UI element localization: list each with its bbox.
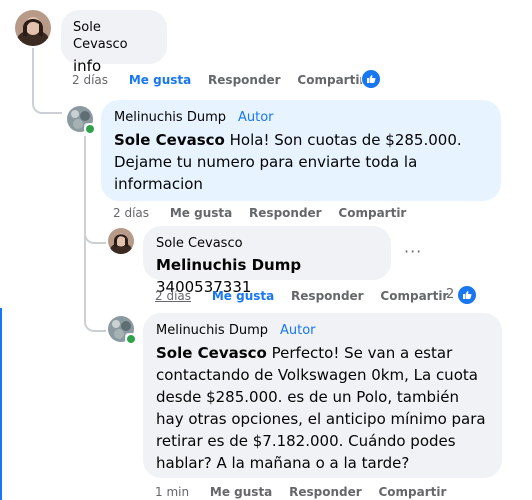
online-status-indicator (125, 333, 137, 345)
reaction-count[interactable]: 2 (446, 287, 454, 302)
reply-button[interactable]: Responder (289, 484, 362, 500)
more-options-icon[interactable]: ··· (404, 242, 422, 261)
comment-bubble: Sole Cevasco Melinuchis Dump 3400537331 (143, 226, 391, 296)
comment-bubble: Melinuchis Dump Autor Sole Cevasco Hola! … (101, 100, 501, 201)
share-button[interactable]: Compartir (378, 484, 446, 500)
comment-author[interactable]: Melinuchis Dump (156, 323, 268, 338)
comment-time[interactable]: 2 días (113, 205, 149, 221)
mention-link[interactable]: Sole Cevasco (156, 344, 267, 362)
like-button[interactable]: Me gusta (212, 288, 274, 304)
share-button[interactable]: Compartir (338, 205, 406, 221)
comment-time[interactable]: 2 días (155, 288, 191, 304)
avatar[interactable] (108, 228, 134, 254)
comment-actions: 2 días Me gusta Responder Compartir (113, 205, 406, 221)
like-button[interactable]: Me gusta (210, 484, 272, 500)
profile-photo-icon (15, 10, 51, 46)
comment-author[interactable]: Sole Cevasco (73, 19, 155, 53)
comment-actions: 1 min Me gusta Responder Compartir (155, 484, 446, 500)
mention-link[interactable]: Melinuchis Dump (156, 256, 301, 274)
comment-author[interactable]: Melinuchis Dump (114, 110, 226, 125)
comment-body: Perfecto! Se van a estar contactando de … (156, 344, 486, 472)
thumbs-up-icon (463, 291, 472, 299)
profile-photo-icon (108, 228, 134, 254)
thread-curve-reply-1 (32, 90, 62, 114)
author-badge: Autor (280, 323, 316, 338)
reaction-badge[interactable] (361, 69, 381, 89)
thread-curve-reply-3 (84, 304, 106, 332)
avatar[interactable] (15, 10, 51, 46)
reply-button[interactable]: Responder (208, 72, 281, 88)
reply-button[interactable]: Responder (249, 205, 322, 221)
comment-author[interactable]: Sole Cevasco (156, 235, 378, 252)
like-button[interactable]: Me gusta (129, 72, 191, 88)
comment-bubble: Sole Cevasco info (61, 10, 167, 75)
left-edge-indicator (0, 308, 2, 500)
comment-actions: 2 días Me gusta Responder Compartir (155, 288, 448, 304)
mention-link[interactable]: Sole Cevasco (114, 131, 225, 149)
thread-curve-reply-2 (84, 224, 106, 244)
comment-time[interactable]: 1 min (155, 484, 189, 500)
share-button[interactable]: Compartir (380, 288, 448, 304)
comment-text: Sole Cevasco Hola! Son cuotas de $285.00… (114, 129, 488, 195)
comment-text: Sole Cevasco Perfecto! Se van a estar co… (156, 342, 489, 474)
comment-time[interactable]: 2 días (72, 72, 108, 88)
like-button[interactable]: Me gusta (170, 205, 232, 221)
author-badge: Autor (238, 110, 274, 125)
thumbs-up-icon (367, 75, 376, 83)
reaction-badge[interactable] (457, 285, 477, 305)
comment-bubble: Melinuchis Dump Autor Sole Cevasco Perfec… (143, 313, 502, 478)
share-button[interactable]: Compartir (297, 72, 365, 88)
online-status-indicator (84, 123, 96, 135)
comment-actions: 2 días Me gusta Responder Compartir (72, 72, 365, 88)
reply-button[interactable]: Responder (291, 288, 364, 304)
